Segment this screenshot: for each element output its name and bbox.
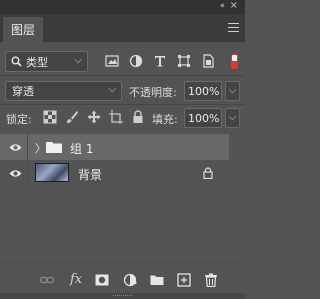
opacity-input[interactable]: 100% [184, 81, 222, 101]
new-group-icon[interactable] [150, 273, 164, 287]
collapse-icon[interactable]: ‹‹ [220, 1, 225, 11]
chevron-down-icon: ⌵ [74, 55, 82, 66]
lock-transparent-icon[interactable] [43, 110, 57, 124]
opacity-dropdown-button[interactable]: ⌵ [225, 81, 240, 101]
fill-input[interactable]: 100% [184, 108, 222, 128]
pixel-filter-icon[interactable] [105, 54, 119, 68]
layer-name[interactable]: 组 1 [70, 140, 93, 157]
opacity-label: 不透明度: [129, 86, 177, 99]
layer-row-group[interactable]: 〉 组 1 [0, 134, 229, 160]
adjustment-filter-icon[interactable] [129, 54, 143, 68]
filter-toggle-switch[interactable] [231, 54, 238, 69]
new-adjustment-icon[interactable] [123, 273, 137, 287]
fill-value: 100% [188, 111, 220, 125]
bottom-toolbar: fx [0, 262, 245, 299]
eye-icon[interactable] [9, 143, 22, 152]
tab-layers[interactable]: 图层 [3, 17, 43, 42]
divider [0, 104, 245, 105]
panel-menu-icon[interactable] [228, 23, 239, 32]
filter-kind-label: 类型 [26, 55, 48, 69]
chevron-down-icon: ⌵ [228, 85, 237, 96]
layer-name[interactable]: 背景 [78, 166, 102, 183]
expand-arrow-icon[interactable]: 〉 [35, 140, 46, 156]
fill-label: 填充: [152, 113, 178, 126]
chevron-down-icon: ⌵ [108, 84, 116, 95]
eye-icon[interactable] [9, 169, 22, 178]
smart-object-filter-icon[interactable] [201, 54, 215, 68]
lock-image-icon[interactable] [65, 110, 79, 124]
lock-all-icon[interactable] [131, 110, 145, 124]
divider [0, 75, 245, 76]
new-layer-icon[interactable] [177, 273, 191, 287]
divider [27, 160, 28, 186]
lock-artboard-icon[interactable] [109, 110, 123, 124]
layers-list: 〉 组 1 背景 [0, 134, 245, 262]
fill-dropdown-button[interactable]: ⌵ [225, 108, 240, 128]
add-mask-icon[interactable] [95, 273, 109, 287]
layer-thumbnail [35, 163, 69, 182]
close-icon[interactable]: × [230, 0, 238, 11]
shape-filter-icon[interactable] [177, 54, 191, 68]
panel-resize-grip[interactable] [0, 293, 245, 299]
divider [27, 134, 28, 160]
layer-row-background[interactable]: 背景 [0, 160, 229, 186]
lock-label: 锁定: [6, 113, 32, 126]
opacity-value: 100% [188, 84, 220, 98]
panel-tab-bar: 图层 [0, 14, 245, 42]
layer-filter-kind-select[interactable]: 类型 ⌵ [5, 51, 88, 72]
search-icon [11, 56, 22, 67]
type-filter-icon[interactable] [153, 54, 167, 68]
folder-icon [46, 142, 62, 153]
fx-icon[interactable]: fx [70, 272, 82, 287]
chevron-down-icon: ⌵ [228, 112, 237, 123]
panel-top-strip: ‹‹ × [0, 0, 245, 14]
lock-position-icon[interactable] [87, 110, 101, 124]
blend-mode-select[interactable]: 穿透 ⌵ [5, 81, 122, 101]
link-layers-icon[interactable] [40, 273, 54, 287]
blend-mode-value: 穿透 [12, 85, 34, 98]
delete-layer-icon[interactable] [204, 273, 218, 287]
lock-icon[interactable] [203, 167, 213, 179]
layers-scrollbar[interactable] [229, 134, 245, 262]
